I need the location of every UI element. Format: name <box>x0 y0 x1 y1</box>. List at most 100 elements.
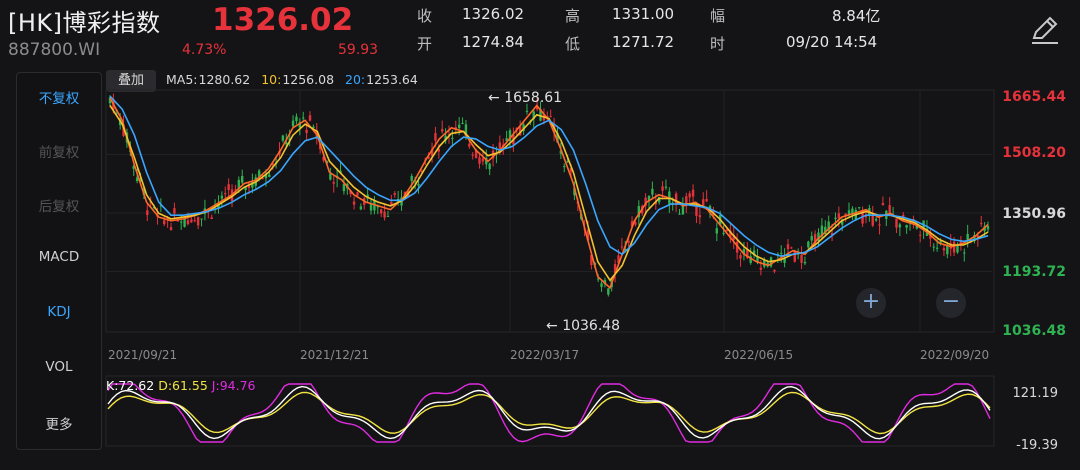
candle-body <box>241 175 244 183</box>
candle-body <box>441 128 444 132</box>
candle-body <box>857 207 861 209</box>
candle-body <box>190 219 193 223</box>
kdj-j-value: J:94.76 <box>211 378 256 393</box>
candle-body <box>919 234 922 236</box>
candle-body <box>607 288 610 295</box>
candle-body <box>651 188 654 195</box>
candle-body <box>196 217 200 226</box>
candle-body <box>457 124 461 129</box>
candle-body <box>600 283 603 287</box>
candle-body <box>383 211 386 218</box>
candle-body <box>498 142 502 149</box>
candle-body <box>471 154 474 156</box>
candle-body <box>329 173 332 180</box>
price-axis-label-2: 1508.20 <box>1002 145 1066 161</box>
candle-body <box>393 193 396 195</box>
plus-icon: + <box>861 289 881 314</box>
candle-body <box>620 246 624 248</box>
candle-body <box>356 192 359 196</box>
minus-icon: − <box>941 289 961 314</box>
candle-body <box>179 221 183 223</box>
candle-body <box>986 226 990 230</box>
candle-body <box>488 163 491 170</box>
candle-body <box>661 186 664 191</box>
candle-body <box>525 110 529 112</box>
candle-body <box>773 269 776 272</box>
candle-body <box>451 137 454 139</box>
ma-line-ma5 <box>109 97 989 290</box>
candle-body <box>807 241 810 248</box>
candle-body <box>352 201 356 205</box>
candle-body <box>563 166 566 168</box>
candle-body <box>691 189 695 197</box>
candle-body <box>224 193 227 195</box>
candle-body <box>810 235 813 241</box>
candle-body <box>803 261 807 264</box>
candle-body <box>932 246 935 248</box>
price-axis-label-4: 1193.72 <box>1002 264 1066 280</box>
candle-body <box>705 199 708 202</box>
candle-body <box>308 115 312 121</box>
candles-layer <box>108 93 990 297</box>
candle-body <box>634 222 637 225</box>
high-annotation: ← 1658.61 <box>488 90 563 106</box>
kdj-axis-top: 121.19 <box>1012 386 1059 401</box>
candle-body <box>410 175 413 181</box>
candle-body <box>200 218 203 220</box>
candle-body <box>173 208 176 214</box>
ma-lines-layer <box>109 95 989 290</box>
candle-body <box>722 232 725 234</box>
candle-body <box>759 267 763 270</box>
kdj-k-line <box>107 385 991 440</box>
candle-body <box>434 133 437 141</box>
candle-body <box>881 202 885 206</box>
candle-body <box>780 252 783 254</box>
candle-body <box>146 210 149 216</box>
high-annotation-value: 1658.61 <box>504 90 563 106</box>
candle-body <box>169 227 173 230</box>
date-axis-label-4: 2022/06/15 <box>724 348 794 362</box>
candle-body <box>291 120 295 127</box>
candle-body <box>905 225 908 228</box>
candle-body <box>379 209 383 214</box>
candle-body <box>664 186 668 188</box>
candle-body <box>786 244 790 250</box>
candle-body <box>359 206 363 210</box>
candle-body <box>678 213 681 215</box>
zoom-out-button[interactable]: − <box>936 288 966 318</box>
price-axis-label-5: 1036.48 <box>1002 323 1066 339</box>
candle-body <box>227 184 230 191</box>
kdj-legend: K:72.62 D:61.55 J:94.76 <box>106 378 255 393</box>
candle-body <box>956 245 959 253</box>
kdj-d-value: D:61.55 <box>158 378 208 393</box>
candle-body <box>942 248 946 251</box>
candle-body <box>790 247 793 249</box>
candle-body <box>417 184 420 186</box>
candle-body <box>895 218 898 228</box>
candle-body <box>342 183 346 192</box>
candle-body <box>963 252 966 254</box>
candle-body <box>681 205 685 215</box>
candle-body <box>800 254 803 263</box>
date-axis-label-3: 2022/03/17 <box>510 348 580 362</box>
candle-body <box>715 228 719 234</box>
candle-body <box>481 158 485 162</box>
candle-body <box>688 193 691 198</box>
zoom-in-button[interactable]: + <box>856 288 886 318</box>
candle-body <box>461 122 464 124</box>
candle-body <box>295 116 298 122</box>
candle-body <box>834 217 837 220</box>
candle-body <box>186 220 190 225</box>
kdj-k-value: K:72.62 <box>106 378 155 393</box>
candle-body <box>874 218 878 221</box>
candle-body <box>549 116 552 118</box>
candlestick-chart[interactable] <box>0 0 1080 470</box>
date-axis-label-5: 2022/09/20 <box>920 348 990 362</box>
candle-body <box>386 215 390 217</box>
candle-body <box>468 143 471 147</box>
candle-body <box>793 250 796 262</box>
candle-body <box>980 223 983 225</box>
candle-body <box>305 129 308 133</box>
candle-body <box>478 157 481 164</box>
kdj-axis-bottom: -19.39 <box>1016 438 1058 453</box>
